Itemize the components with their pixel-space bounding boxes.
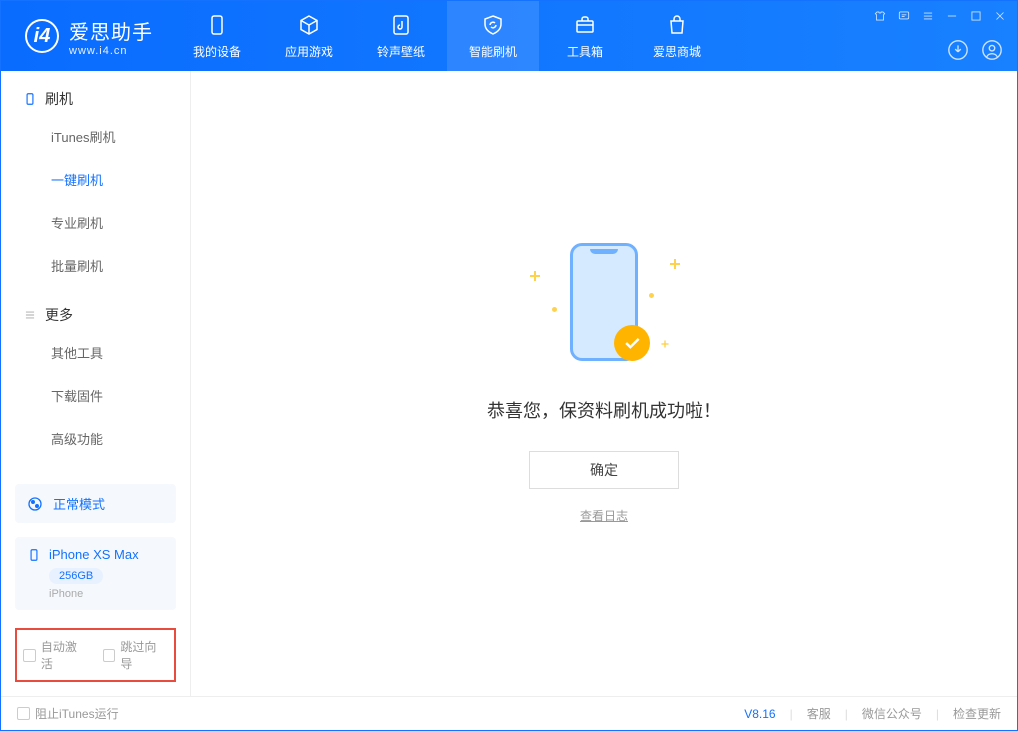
tab-apps-games[interactable]: 应用游戏 bbox=[263, 1, 355, 71]
app-site: www.i4.cn bbox=[69, 45, 153, 57]
notch-icon bbox=[590, 249, 618, 254]
sparkle-icon bbox=[670, 259, 680, 269]
checkbox-label: 跳过向导 bbox=[120, 638, 168, 672]
dot-icon bbox=[552, 307, 557, 312]
tab-label: 铃声壁纸 bbox=[377, 43, 425, 60]
footer: 阻止iTunes运行 V8.16 | 客服 | 微信公众号 | 检查更新 bbox=[1, 696, 1017, 730]
checkbox-icon bbox=[17, 707, 30, 720]
menu-icon[interactable] bbox=[921, 9, 935, 23]
sidebar-item-pro-flash[interactable]: 专业刷机 bbox=[1, 201, 190, 244]
tab-ringtone-wallpaper[interactable]: 铃声壁纸 bbox=[355, 1, 447, 71]
ok-button[interactable]: 确定 bbox=[529, 451, 679, 489]
checkbox-skip-guide[interactable]: 跳过向导 bbox=[103, 638, 169, 672]
cube-icon bbox=[297, 13, 321, 37]
divider: | bbox=[790, 707, 793, 721]
support-link[interactable]: 客服 bbox=[807, 705, 831, 722]
check-update-link[interactable]: 检查更新 bbox=[953, 705, 1001, 722]
header-actions bbox=[947, 39, 1003, 61]
checkbox-icon bbox=[23, 649, 36, 662]
mode-icon bbox=[27, 496, 43, 512]
sidebar-item-itunes-flash[interactable]: iTunes刷机 bbox=[1, 115, 190, 158]
sidebar-item-oneclick-flash[interactable]: 一键刷机 bbox=[1, 158, 190, 201]
app-name: 爱思助手 bbox=[69, 16, 153, 45]
version-label: V8.16 bbox=[744, 707, 775, 721]
device-mode: 正常模式 bbox=[53, 494, 105, 513]
checkbox-label: 自动激活 bbox=[41, 638, 89, 672]
wechat-link[interactable]: 微信公众号 bbox=[862, 705, 922, 722]
dot-icon bbox=[649, 293, 654, 298]
tab-label: 工具箱 bbox=[567, 43, 603, 60]
device-info-card[interactable]: iPhone XS Max 256GB iPhone bbox=[15, 537, 176, 610]
group-label: 刷机 bbox=[45, 89, 73, 109]
flash-options-highlighted: 自动激活 跳过向导 bbox=[15, 628, 176, 682]
divider: | bbox=[936, 707, 939, 721]
close-icon[interactable] bbox=[993, 9, 1007, 23]
tab-label: 智能刷机 bbox=[469, 43, 517, 60]
tab-store[interactable]: 爱思商城 bbox=[631, 1, 723, 71]
window-controls bbox=[873, 9, 1007, 23]
sparkle-icon bbox=[662, 341, 669, 348]
tab-smart-flash[interactable]: 智能刷机 bbox=[447, 1, 539, 71]
list-icon bbox=[23, 308, 37, 322]
footer-right: V8.16 | 客服 | 微信公众号 | 检查更新 bbox=[744, 705, 1001, 722]
checkbox-auto-activate[interactable]: 自动激活 bbox=[23, 638, 89, 672]
device-icon bbox=[23, 92, 37, 106]
logo-icon: i4 bbox=[25, 19, 59, 53]
phone-icon bbox=[27, 548, 41, 562]
success-message: 恭喜您，保资料刷机成功啦！ bbox=[487, 397, 721, 423]
device-type: iPhone bbox=[49, 588, 164, 600]
tab-label: 爱思商城 bbox=[653, 43, 701, 60]
bag-icon bbox=[665, 13, 689, 37]
main-tabs: 我的设备 应用游戏 铃声壁纸 智能刷机 工具箱 爱思商城 bbox=[171, 1, 723, 71]
view-log-link[interactable]: 查看日志 bbox=[580, 507, 628, 524]
success-illustration bbox=[524, 243, 684, 373]
sidebar: 刷机 iTunes刷机 一键刷机 专业刷机 批量刷机 更多 其他工具 下载固件 … bbox=[1, 71, 191, 696]
music-file-icon bbox=[389, 13, 413, 37]
divider: | bbox=[845, 707, 848, 721]
device-name: iPhone XS Max bbox=[49, 547, 139, 562]
device-mode-card[interactable]: 正常模式 bbox=[15, 484, 176, 523]
download-icon[interactable] bbox=[947, 39, 969, 61]
app-logo: i4 爱思助手 www.i4.cn bbox=[1, 16, 171, 57]
main-content: 恭喜您，保资料刷机成功啦！ 确定 查看日志 bbox=[191, 71, 1017, 696]
checkbox-icon bbox=[103, 649, 116, 662]
device-storage: 256GB bbox=[49, 568, 103, 584]
tab-label: 应用游戏 bbox=[285, 43, 333, 60]
header: i4 爱思助手 www.i4.cn 我的设备 应用游戏 铃声壁纸 智能刷机 bbox=[1, 1, 1017, 71]
tab-toolbox[interactable]: 工具箱 bbox=[539, 1, 631, 71]
sidebar-item-advanced[interactable]: 高级功能 bbox=[1, 417, 190, 460]
sidebar-item-download-firmware[interactable]: 下载固件 bbox=[1, 374, 190, 417]
sidebar-item-other-tools[interactable]: 其他工具 bbox=[1, 331, 190, 374]
checkbox-block-itunes[interactable]: 阻止iTunes运行 bbox=[17, 705, 119, 722]
phone-icon bbox=[205, 13, 229, 37]
minimize-icon[interactable] bbox=[945, 9, 959, 23]
toolbox-icon bbox=[573, 13, 597, 37]
sparkle-icon bbox=[530, 271, 540, 281]
tab-my-device[interactable]: 我的设备 bbox=[171, 1, 263, 71]
sidebar-item-batch-flash[interactable]: 批量刷机 bbox=[1, 244, 190, 287]
tshirt-icon[interactable] bbox=[873, 9, 887, 23]
feedback-icon[interactable] bbox=[897, 9, 911, 23]
sidebar-group-more: 更多 bbox=[1, 287, 190, 331]
user-icon[interactable] bbox=[981, 39, 1003, 61]
tab-label: 我的设备 bbox=[193, 43, 241, 60]
checkbox-label: 阻止iTunes运行 bbox=[35, 705, 119, 722]
group-label: 更多 bbox=[45, 305, 73, 325]
maximize-icon[interactable] bbox=[969, 9, 983, 23]
sidebar-group-flash: 刷机 bbox=[1, 71, 190, 115]
refresh-shield-icon bbox=[481, 13, 505, 37]
check-badge-icon bbox=[614, 325, 650, 361]
